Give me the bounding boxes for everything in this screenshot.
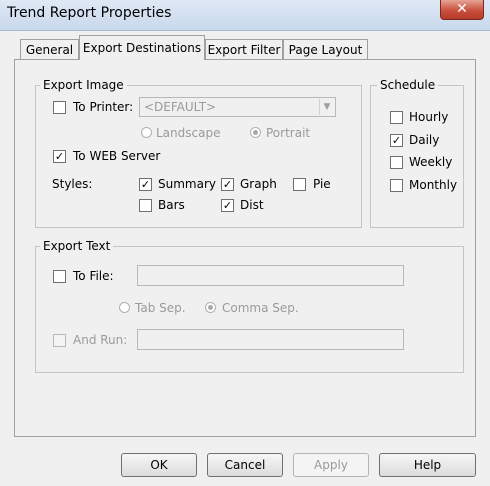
to-web-server-label: To WEB Server bbox=[73, 149, 161, 163]
summary-checkbox[interactable]: ✓ bbox=[139, 178, 152, 191]
summary-label: Summary bbox=[158, 177, 216, 191]
printer-select[interactable]: <DEFAULT> ▼ bbox=[139, 97, 336, 117]
comma-sep-label: Comma Sep. bbox=[222, 301, 299, 315]
window-title: Trend Report Properties bbox=[7, 5, 172, 21]
daily-label: Daily bbox=[409, 133, 440, 147]
graph-label: Graph bbox=[240, 177, 277, 191]
tab-general[interactable]: General bbox=[20, 39, 79, 59]
export-text-legend: Export Text bbox=[40, 239, 114, 253]
landscape-radio[interactable] bbox=[141, 127, 152, 138]
dist-label: Dist bbox=[240, 198, 264, 212]
portrait-label: Portrait bbox=[266, 126, 311, 140]
tab-page-layout[interactable]: Page Layout bbox=[283, 39, 368, 59]
tab-export-destinations[interactable]: Export Destinations bbox=[79, 35, 205, 60]
monthly-label: Monthly bbox=[409, 178, 458, 192]
weekly-checkbox[interactable] bbox=[390, 156, 403, 169]
to-printer-label: To Printer: bbox=[73, 100, 134, 114]
ok-button[interactable]: OK bbox=[121, 453, 197, 477]
graph-checkbox[interactable]: ✓ bbox=[221, 178, 234, 191]
cancel-button[interactable]: Cancel bbox=[207, 453, 283, 477]
close-icon: ✕ bbox=[456, 1, 468, 17]
bars-label: Bars bbox=[158, 198, 185, 212]
radio-dot bbox=[208, 305, 213, 310]
tab-export-filter[interactable]: Export Filter bbox=[205, 39, 283, 59]
portrait-radio[interactable] bbox=[250, 127, 261, 138]
to-printer-checkbox[interactable] bbox=[53, 101, 66, 114]
radio-dot bbox=[253, 130, 258, 135]
styles-label: Styles: bbox=[52, 177, 93, 191]
tab-sep-radio[interactable] bbox=[119, 302, 130, 313]
and-run-checkbox[interactable] bbox=[53, 334, 66, 347]
weekly-label: Weekly bbox=[409, 155, 453, 169]
schedule-legend: Schedule bbox=[377, 78, 439, 92]
close-button[interactable]: ✕ bbox=[440, 0, 484, 20]
export-image-legend: Export Image bbox=[40, 78, 127, 92]
bars-checkbox[interactable] bbox=[139, 199, 152, 212]
help-button[interactable]: Help bbox=[379, 453, 476, 477]
pie-label: Pie bbox=[313, 177, 331, 191]
landscape-label: Landscape bbox=[156, 126, 221, 140]
and-run-input[interactable] bbox=[137, 329, 404, 350]
tab-sep-label: Tab Sep. bbox=[135, 301, 186, 315]
pie-checkbox[interactable] bbox=[293, 178, 306, 191]
printer-select-value: <DEFAULT> bbox=[144, 100, 217, 114]
chevron-down-icon[interactable]: ▼ bbox=[319, 99, 334, 115]
to-file-label: To File: bbox=[73, 269, 114, 283]
hourly-checkbox[interactable] bbox=[390, 111, 403, 124]
and-run-label: And Run: bbox=[73, 333, 128, 347]
daily-checkbox[interactable]: ✓ bbox=[390, 134, 403, 147]
apply-button[interactable]: Apply bbox=[293, 453, 369, 477]
to-file-input[interactable] bbox=[137, 265, 404, 286]
monthly-checkbox[interactable] bbox=[390, 179, 403, 192]
hourly-label: Hourly bbox=[409, 110, 449, 124]
dist-checkbox[interactable]: ✓ bbox=[221, 199, 234, 212]
to-web-server-checkbox[interactable]: ✓ bbox=[53, 150, 66, 163]
comma-sep-radio[interactable] bbox=[205, 302, 216, 313]
to-file-checkbox[interactable] bbox=[53, 270, 66, 283]
